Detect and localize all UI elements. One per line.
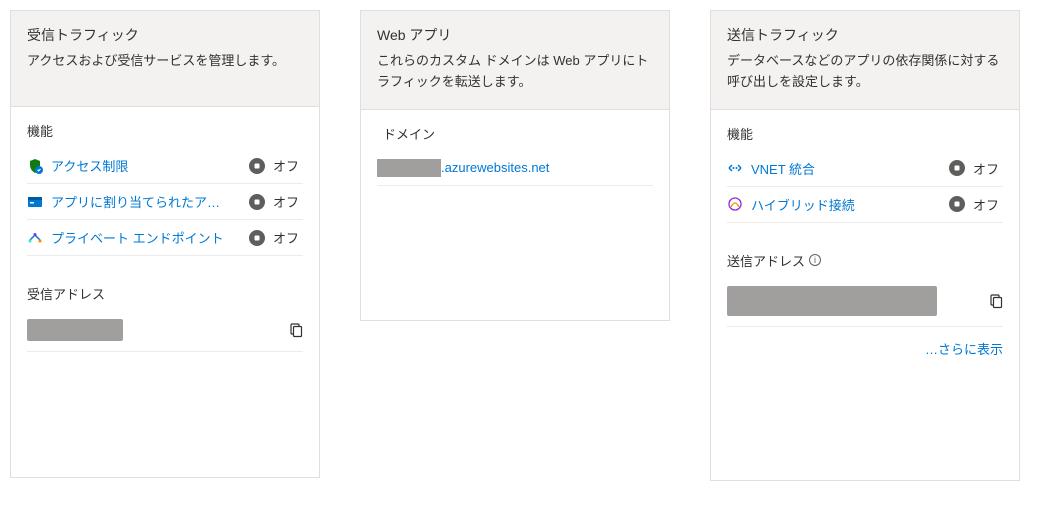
feature-link[interactable]: アプリに割り当てられたア… [51, 192, 241, 211]
private-endpoint-icon [27, 230, 43, 246]
copy-icon[interactable] [287, 322, 303, 338]
vnet-icon [727, 160, 743, 176]
feature-row-hybrid[interactable]: ハイブリッド接続 オフ [727, 187, 1003, 223]
show-more-link[interactable]: …さらに表示 [727, 339, 1003, 358]
feature-row-access-restriction[interactable]: アクセス制限 オフ [27, 148, 303, 184]
outbound-desc: データベースなどのアプリの依存関係に対する呼び出しを設定します。 [727, 51, 1003, 93]
outbound-card: 送信トラフィック データベースなどのアプリの依存関係に対する呼び出しを設定します… [710, 10, 1020, 481]
inbound-address-label: 受信アドレス [27, 284, 303, 303]
inbound-title: 受信トラフィック [27, 25, 303, 45]
feature-link[interactable]: プライベート エンドポイント [51, 228, 241, 247]
feature-link[interactable]: VNET 統合 [751, 159, 941, 178]
hybrid-connection-icon [727, 196, 743, 212]
outbound-address-value [727, 286, 937, 316]
copy-icon[interactable] [987, 293, 1003, 309]
feature-row-private-endpoint[interactable]: プライベート エンドポイント オフ [27, 220, 303, 256]
outbound-address-label-text: 送信アドレス [727, 251, 805, 270]
status-off-icon [949, 160, 965, 176]
feature-link[interactable]: アクセス制限 [51, 156, 241, 175]
webapp-domains-label: ドメイン [377, 124, 653, 143]
domain-row[interactable]: .azurewebsites.net [377, 151, 653, 186]
shield-icon [27, 158, 43, 174]
status-text: オフ [273, 228, 303, 247]
inbound-features-label: 機能 [27, 121, 303, 140]
status-off-icon [249, 194, 265, 210]
outbound-title: 送信トラフィック [727, 25, 1003, 45]
domain-suffix: .azurewebsites.net [441, 160, 549, 175]
webapp-title: Web アプリ [377, 25, 653, 45]
status-text: オフ [973, 159, 1003, 178]
outbound-features-label: 機能 [727, 124, 1003, 143]
domain-name-redacted [377, 159, 441, 177]
webapp-header: Web アプリ これらのカスタム ドメインは Web アプリにトラフィックを転送… [361, 11, 669, 110]
status-off-icon [949, 196, 965, 212]
inbound-address-value [27, 319, 123, 341]
feature-link[interactable]: ハイブリッド接続 [751, 195, 941, 214]
status-text: オフ [973, 195, 1003, 214]
webapp-card: Web アプリ これらのカスタム ドメインは Web アプリにトラフィックを転送… [360, 10, 670, 321]
inbound-desc: アクセスおよび受信サービスを管理します。 [27, 51, 303, 72]
inbound-header: 受信トラフィック アクセスおよび受信サービスを管理します。 [11, 11, 319, 107]
card-icon [27, 194, 43, 210]
feature-row-vnet[interactable]: VNET 統合 オフ [727, 151, 1003, 187]
info-icon[interactable]: i [809, 254, 821, 266]
status-off-icon [249, 230, 265, 246]
status-off-icon [249, 158, 265, 174]
inbound-card: 受信トラフィック アクセスおよび受信サービスを管理します。 機能 アクセス制限 … [10, 10, 320, 478]
outbound-address-label: 送信アドレス i [727, 251, 1003, 270]
outbound-header: 送信トラフィック データベースなどのアプリの依存関係に対する呼び出しを設定します… [711, 11, 1019, 110]
feature-row-assigned-addresses[interactable]: アプリに割り当てられたア… オフ [27, 184, 303, 220]
status-text: オフ [273, 156, 303, 175]
webapp-desc: これらのカスタム ドメインは Web アプリにトラフィックを転送します。 [377, 51, 653, 93]
status-text: オフ [273, 192, 303, 211]
